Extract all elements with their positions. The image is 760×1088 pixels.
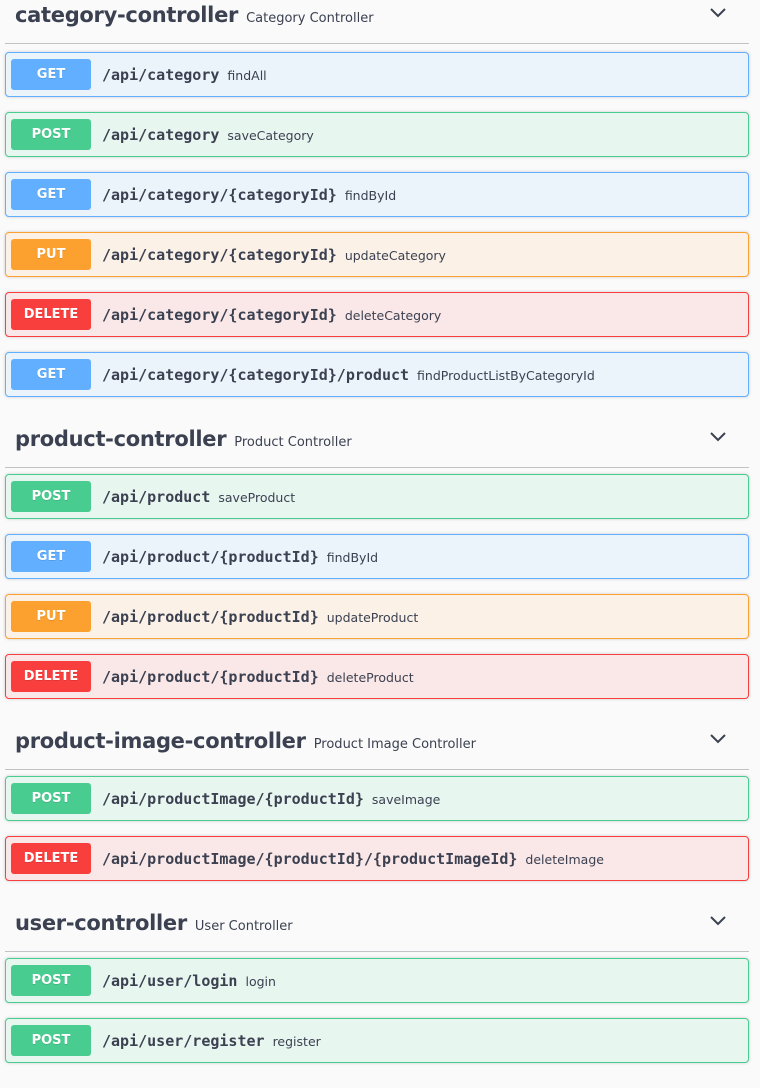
tag-description: Product Image Controller	[313, 737, 476, 752]
operation-post-api-productimage[interactable]: POST /api/productImage/{productId} saveIm…	[5, 776, 749, 821]
method-badge: GET	[11, 59, 91, 90]
operation-path: /api/user/register	[102, 1032, 265, 1050]
tag-header-product-controller[interactable]: product-controller Product Controller	[5, 424, 749, 468]
tag-description: Category Controller	[246, 11, 374, 26]
operation-path: /api/category/{categoryId}	[102, 306, 337, 324]
operation-path: /api/product	[102, 488, 211, 506]
method-badge: DELETE	[11, 299, 91, 330]
operation-path: /api/productImage/{productId}/{productIm…	[102, 850, 518, 868]
operation-delete-api-productimage[interactable]: DELETE /api/productImage/{productId}/{pr…	[5, 836, 749, 881]
operation-summary: updateProduct	[326, 610, 419, 625]
tag-description: Product Controller	[234, 435, 352, 450]
operation-summary: saveProduct	[218, 490, 296, 505]
chevron-down-icon[interactable]	[709, 732, 727, 746]
tag-header-category-controller[interactable]: category-controller Category Controller	[5, 0, 749, 44]
operation-path: /api/category/{categoryId}/product	[102, 366, 410, 384]
operation-summary: deleteImage	[525, 852, 604, 867]
method-badge: PUT	[11, 601, 91, 632]
chevron-down-icon[interactable]	[709, 914, 727, 928]
operation-path: /api/category	[102, 66, 220, 84]
operation-delete-api-category-id[interactable]: DELETE /api/category/{categoryId} deleteC…	[5, 292, 749, 337]
operation-delete-api-product-id[interactable]: DELETE /api/product/{productId} deletePro…	[5, 654, 749, 699]
tag-header-user-controller[interactable]: user-controller User Controller	[5, 908, 749, 952]
method-badge: POST	[11, 1025, 91, 1056]
operation-summary: findProductListByCategoryId	[417, 368, 595, 383]
tag-name: category-controller	[15, 3, 239, 27]
method-badge: GET	[11, 359, 91, 390]
operation-post-api-user-register[interactable]: POST /api/user/register register	[5, 1018, 749, 1063]
operation-get-api-category-id-product[interactable]: GET /api/category/{categoryId}/product fi…	[5, 352, 749, 397]
operation-post-api-user-login[interactable]: POST /api/user/login login	[5, 958, 749, 1003]
method-badge: POST	[11, 119, 91, 150]
method-badge: POST	[11, 965, 91, 996]
tag-name: product-controller	[15, 427, 227, 451]
tag-description: User Controller	[194, 919, 293, 934]
tag-name: user-controller	[15, 911, 187, 935]
chevron-down-icon[interactable]	[709, 6, 727, 20]
method-badge: GET	[11, 179, 91, 210]
tag-name: product-image-controller	[15, 729, 306, 753]
operation-get-api-product-id[interactable]: GET /api/product/{productId} findById	[5, 534, 749, 579]
operation-path: /api/user/login	[102, 972, 238, 990]
operation-summary: saveImage	[371, 792, 441, 807]
operation-post-api-product[interactable]: POST /api/product saveProduct	[5, 474, 749, 519]
operation-path: /api/category/{categoryId}	[102, 186, 337, 204]
operation-post-api-category[interactable]: POST /api/category saveCategory	[5, 112, 749, 157]
operation-summary: login	[245, 974, 276, 989]
operation-summary: findById	[344, 188, 397, 203]
operation-summary: deleteCategory	[344, 308, 442, 323]
operation-path: /api/product/{productId}	[102, 668, 319, 686]
operation-path: /api/product/{productId}	[102, 608, 319, 626]
method-badge: POST	[11, 783, 91, 814]
operation-path: /api/product/{productId}	[102, 548, 319, 566]
tag-header-product-image-controller[interactable]: product-image-controller Product Image Co…	[5, 726, 749, 770]
method-badge: PUT	[11, 239, 91, 270]
operation-get-api-category-id[interactable]: GET /api/category/{categoryId} findById	[5, 172, 749, 217]
chevron-down-icon[interactable]	[709, 430, 727, 444]
operation-summary: findById	[326, 550, 379, 565]
operation-summary: saveCategory	[227, 128, 314, 143]
operation-summary: deleteProduct	[326, 670, 414, 685]
operation-summary: register	[272, 1034, 321, 1049]
operation-put-api-category-id[interactable]: PUT /api/category/{categoryId} updateCate…	[5, 232, 749, 277]
method-badge: DELETE	[11, 661, 91, 692]
method-badge: POST	[11, 481, 91, 512]
operation-path: /api/category	[102, 126, 220, 144]
method-badge: GET	[11, 541, 91, 572]
operation-path: /api/category/{categoryId}	[102, 246, 337, 264]
operation-put-api-product-id[interactable]: PUT /api/product/{productId} updateProduc…	[5, 594, 749, 639]
operation-get-api-category[interactable]: GET /api/category findAll	[5, 52, 749, 97]
operation-path: /api/productImage/{productId}	[102, 790, 364, 808]
method-badge: DELETE	[11, 843, 91, 874]
operation-summary: findAll	[227, 68, 267, 83]
operation-summary: updateCategory	[344, 248, 446, 263]
